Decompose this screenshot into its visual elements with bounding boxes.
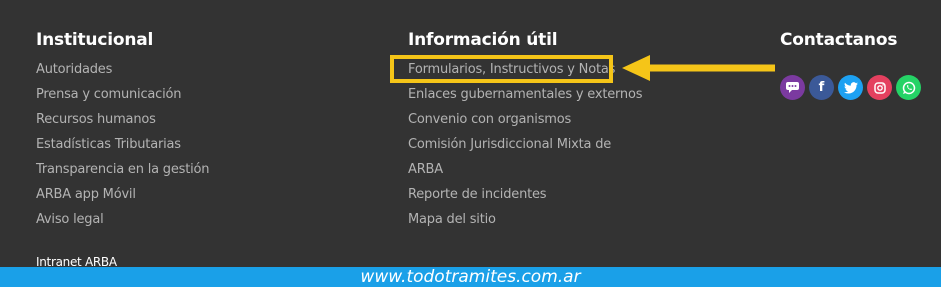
link-convenio[interactable]: Convenio con organismos <box>408 112 571 127</box>
link-aviso-legal[interactable]: Aviso legal <box>36 212 104 227</box>
link-reporte[interactable]: Reporte de incidentes <box>408 187 547 202</box>
informacion-title: Información útil <box>408 30 558 50</box>
institucional-title: Institucional <box>36 30 154 50</box>
facebook-icon[interactable]: f <box>809 75 834 100</box>
link-recursos-humanos[interactable]: Recursos humanos <box>36 112 156 127</box>
watermark-text: www.todotramites.com.ar <box>360 267 581 287</box>
link-transparencia[interactable]: Transparencia en la gestión <box>36 162 210 177</box>
link-prensa[interactable]: Prensa y comunicación <box>36 87 182 102</box>
twitter-icon[interactable] <box>838 75 863 100</box>
link-estadisticas[interactable]: Estadísticas Tributarias <box>36 137 181 152</box>
link-comision-arba[interactable]: ARBA <box>408 162 443 177</box>
arrow-left-icon <box>622 55 775 81</box>
highlight-box <box>390 55 613 83</box>
link-mapa[interactable]: Mapa del sitio <box>408 212 496 227</box>
contactanos-title: Contactanos <box>780 30 898 50</box>
chat-icon[interactable] <box>780 75 805 100</box>
instagram-icon[interactable] <box>867 75 892 100</box>
link-autoridades[interactable]: Autoridades <box>36 62 112 77</box>
social-icons: f <box>780 75 921 100</box>
link-comision[interactable]: Comisión Jurisdiccional Mixta de <box>408 137 611 152</box>
watermark-bar: www.todotramites.com.ar <box>0 267 941 287</box>
link-app-movil[interactable]: ARBA app Móvil <box>36 187 136 202</box>
link-enlaces[interactable]: Enlaces gubernamentales y externos <box>408 87 642 102</box>
whatsapp-icon[interactable] <box>896 75 921 100</box>
